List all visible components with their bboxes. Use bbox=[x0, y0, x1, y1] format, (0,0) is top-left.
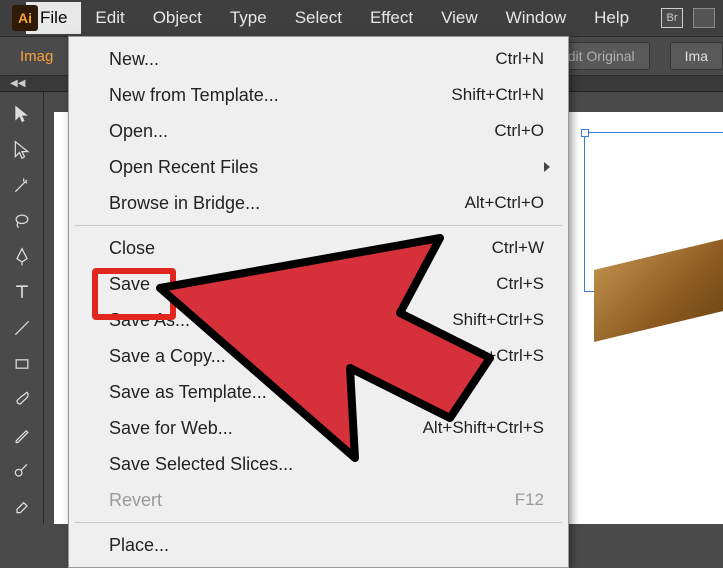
menu-item-save-as[interactable]: Save As... Shift+Ctrl+S bbox=[69, 302, 568, 338]
menu-view[interactable]: View bbox=[427, 2, 492, 34]
menu-item-new[interactable]: New... Ctrl+N bbox=[69, 41, 568, 77]
menu-label: File bbox=[40, 8, 67, 27]
menu-edit[interactable]: Edit bbox=[81, 2, 138, 34]
collapse-icon: ◀◀ bbox=[10, 78, 25, 89]
menu-item-browse-in-bridge[interactable]: Browse in Bridge... Alt+Ctrl+O bbox=[69, 185, 568, 221]
menu-label: Object bbox=[153, 8, 202, 27]
file-menu-dropdown: New... Ctrl+N New from Template... Shift… bbox=[68, 36, 569, 568]
menu-item-label: Save Selected Slices... bbox=[109, 450, 544, 478]
menu-item-label: New... bbox=[109, 45, 495, 73]
menu-label: Type bbox=[230, 8, 267, 27]
menu-item-label: Save As... bbox=[109, 306, 452, 334]
menu-item-shortcut: F12 bbox=[515, 486, 544, 514]
menu-item-label: Place... bbox=[109, 531, 544, 559]
menu-item-new-from-template[interactable]: New from Template... Shift+Ctrl+N bbox=[69, 77, 568, 113]
menubar: File Edit Object Type Select Effect View… bbox=[0, 0, 723, 36]
menu-item-save-as-template[interactable]: Save as Template... bbox=[69, 374, 568, 410]
menu-label: View bbox=[441, 8, 478, 27]
bridge-icon[interactable]: Br bbox=[661, 8, 683, 28]
paintbrush-tool[interactable] bbox=[4, 381, 40, 417]
rectangle-tool[interactable] bbox=[4, 346, 40, 382]
line-tool[interactable] bbox=[4, 310, 40, 346]
menu-item-label: Browse in Bridge... bbox=[109, 189, 465, 217]
menu-select[interactable]: Select bbox=[281, 2, 356, 34]
menu-label: Window bbox=[506, 8, 566, 27]
type-tool[interactable] bbox=[4, 274, 40, 310]
menu-item-label: Open... bbox=[109, 117, 494, 145]
blob-brush-tool[interactable] bbox=[4, 453, 40, 489]
menu-item-label: Save as Template... bbox=[109, 378, 544, 406]
magic-wand-tool[interactable] bbox=[4, 167, 40, 203]
tools-panel bbox=[0, 92, 44, 524]
menu-label: Effect bbox=[370, 8, 413, 27]
menu-label: Help bbox=[594, 8, 629, 27]
menu-item-shortcut: Alt+Shift+Ctrl+S bbox=[423, 414, 544, 442]
menu-item-shortcut: Ctrl+N bbox=[495, 45, 544, 73]
menu-item-label: Open Recent Files bbox=[109, 153, 544, 181]
menu-item-save[interactable]: Save Ctrl+S bbox=[69, 266, 568, 302]
menu-help[interactable]: Help bbox=[580, 2, 643, 34]
image-trace-button[interactable]: Ima bbox=[670, 42, 723, 70]
menu-item-label: New from Template... bbox=[109, 81, 451, 109]
menu-item-shortcut: Shift+Ctrl+N bbox=[451, 81, 544, 109]
direct-selection-tool[interactable] bbox=[4, 132, 40, 168]
menu-item-save-a-copy[interactable]: Save a Copy... Alt+Ctrl+S bbox=[69, 338, 568, 374]
submenu-arrow-icon bbox=[544, 162, 550, 172]
menu-item-revert: Revert F12 bbox=[69, 482, 568, 518]
menu-window[interactable]: Window bbox=[492, 2, 580, 34]
menu-item-label: Revert bbox=[109, 486, 515, 514]
menu-item-open[interactable]: Open... Ctrl+O bbox=[69, 113, 568, 149]
menu-item-shortcut: Ctrl+S bbox=[496, 270, 544, 298]
menu-item-shortcut: Alt+Ctrl+S bbox=[467, 342, 544, 370]
menu-label: Edit bbox=[95, 8, 124, 27]
app-logo: Ai bbox=[12, 5, 38, 31]
pen-tool[interactable] bbox=[4, 239, 40, 275]
menu-label: Select bbox=[295, 8, 342, 27]
menu-item-place[interactable]: Place... bbox=[69, 527, 568, 563]
content-type-label: Imag bbox=[20, 48, 53, 65]
menu-item-save-for-web[interactable]: Save for Web... Alt+Shift+Ctrl+S bbox=[69, 410, 568, 446]
resize-handle[interactable] bbox=[581, 129, 589, 137]
menu-item-shortcut: Ctrl+W bbox=[492, 234, 544, 262]
menu-item-save-selected-slices[interactable]: Save Selected Slices... bbox=[69, 446, 568, 482]
menu-item-label: Save bbox=[109, 270, 496, 298]
selection-tool[interactable] bbox=[4, 96, 40, 132]
menu-item-shortcut: Shift+Ctrl+S bbox=[452, 306, 544, 334]
lasso-tool[interactable] bbox=[4, 203, 40, 239]
menu-effect[interactable]: Effect bbox=[356, 2, 427, 34]
menu-item-close[interactable]: Close Ctrl+W bbox=[69, 230, 568, 266]
menu-separator bbox=[75, 225, 562, 226]
menu-object[interactable]: Object bbox=[139, 2, 216, 34]
menu-item-shortcut: Alt+Ctrl+O bbox=[465, 189, 544, 217]
pencil-tool[interactable] bbox=[4, 417, 40, 453]
arrange-documents-icon[interactable] bbox=[693, 8, 715, 28]
menu-item-label: Close bbox=[109, 234, 492, 262]
menu-item-open-recent[interactable]: Open Recent Files bbox=[69, 149, 568, 185]
eraser-tool[interactable] bbox=[4, 488, 40, 524]
menu-separator bbox=[75, 522, 562, 523]
menu-item-label: Save a Copy... bbox=[109, 342, 467, 370]
menu-item-shortcut: Ctrl+O bbox=[494, 117, 544, 145]
menu-item-label: Save for Web... bbox=[109, 414, 423, 442]
menu-type[interactable]: Type bbox=[216, 2, 281, 34]
